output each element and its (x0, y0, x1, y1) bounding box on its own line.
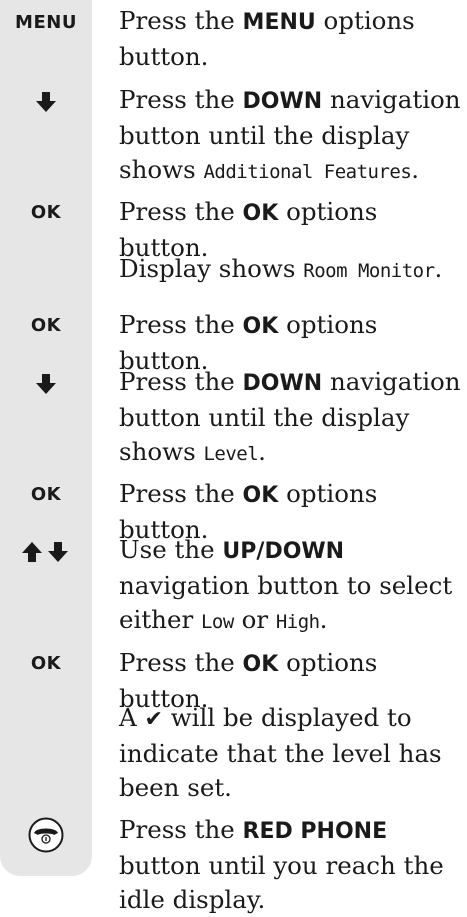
up-down-arrows-icon (0, 541, 92, 563)
down-arrow-icon (0, 373, 92, 395)
step-text: Press the RED PHONE button until you rea… (119, 815, 444, 914)
ok-key-icon: OK (30, 484, 62, 505)
ok-key-icon: OK (30, 653, 62, 674)
ok-key-icon: OK (30, 315, 62, 336)
step-text: Use the UP/DOWN navigation button to sel… (119, 535, 453, 634)
red-phone-icon (0, 817, 92, 853)
step-text: Press the DOWN navigation button until t… (119, 367, 461, 466)
step-text: A ✔ will be displayed to indicate that t… (119, 703, 442, 802)
step-text: Display shows Room Monitor. (119, 254, 443, 283)
icon-column-background (0, 0, 92, 876)
checkmark-icon: ✔ (144, 707, 163, 732)
instruction-page: MENU Press the MENU options button. Pres… (0, 0, 467, 914)
step-text: Press the MENU options button. (119, 6, 415, 71)
menu-key-icon: MENU (15, 12, 77, 33)
step-text: Press the DOWN navigation button until t… (119, 85, 461, 184)
down-arrow-icon (0, 91, 92, 113)
ok-key-icon: OK (30, 202, 62, 223)
